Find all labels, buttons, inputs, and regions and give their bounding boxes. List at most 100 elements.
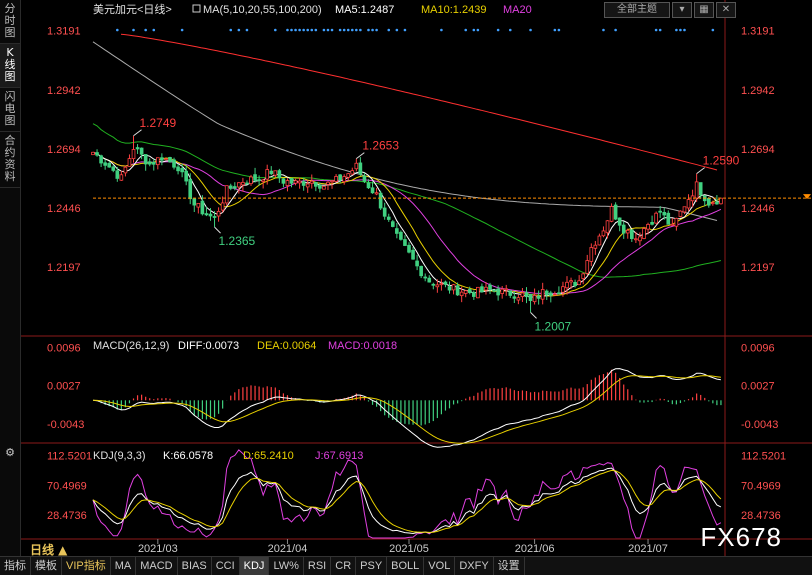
sidebar-tab-3[interactable]: 合约资料	[0, 132, 20, 188]
sidebar-tab-2[interactable]: 闪电图	[0, 88, 20, 132]
main-y-tick-right-1: 1.2942	[741, 85, 775, 97]
indicator-tab-5[interactable]: BIAS	[178, 557, 212, 575]
indicator-tab-8[interactable]: LW%	[269, 557, 304, 575]
candle-body-140	[658, 210, 662, 213]
candle-body-60	[334, 176, 338, 182]
candle-body-77	[403, 239, 407, 246]
macd-y-tick-right-0: 0.0096	[741, 342, 775, 354]
candle-body-85	[435, 284, 440, 288]
sidebar-tab-0[interactable]: 分时图	[0, 0, 20, 44]
candle-body-103	[508, 290, 513, 296]
signal-dot-75	[395, 28, 399, 32]
candle-body-46	[277, 170, 282, 179]
candle-body-135	[638, 236, 642, 242]
indicator-tab-13[interactable]: VOL	[424, 557, 456, 575]
kdj-d-line	[92, 469, 722, 533]
signal-dot-94	[472, 28, 476, 32]
signal-dot-6	[116, 28, 119, 32]
signal-dot-95	[476, 28, 480, 32]
candle-body-145	[678, 210, 683, 217]
kdj-legend-spec: KDJ(9,3,3)	[93, 450, 146, 462]
signal-dot-68	[367, 28, 370, 32]
close-icon[interactable]: ✕	[716, 2, 736, 18]
candle-body-68	[366, 182, 371, 189]
candle-body-37	[241, 181, 245, 186]
list-icon[interactable]: ▾	[672, 2, 692, 18]
candle-body-52	[301, 181, 306, 186]
candle-body-26	[196, 202, 201, 208]
candle-body-0	[91, 151, 95, 156]
settings-gear-icon[interactable]: ⚙	[0, 446, 20, 459]
macd-y-tick-right-1: 0.0027	[741, 380, 775, 392]
kdj-y-tick-right-2: 28.4736	[741, 510, 781, 522]
candle-body-141	[662, 211, 667, 216]
legend-ma20: MA20	[503, 4, 532, 16]
candle-body-84	[431, 283, 436, 286]
macd-dea-line	[92, 375, 721, 444]
candle-body-143	[670, 223, 675, 226]
candle-body-125	[597, 235, 602, 246]
signal-dot-153	[711, 28, 715, 32]
indicator-tab-14[interactable]: DXFY	[455, 557, 494, 575]
candle-body-50	[293, 180, 298, 184]
candle-body-92	[463, 290, 468, 294]
candle-body-81	[419, 265, 423, 277]
indicator-tab-7[interactable]: KDJ	[239, 557, 270, 575]
signal-dot-55	[314, 28, 318, 32]
signal-dot-15	[152, 28, 156, 32]
macd-y-tick-left-1: 0.0027	[47, 380, 81, 392]
indicator-tab-2[interactable]: VIP指标	[62, 557, 111, 575]
signal-dot-146	[683, 28, 686, 32]
indicator-tab-9[interactable]: RSI	[304, 557, 332, 575]
grid-icon[interactable]: ▦	[694, 2, 714, 18]
signal-dot-13	[144, 28, 147, 32]
candle-body-152	[706, 198, 711, 206]
signal-dot-10	[132, 28, 135, 32]
signal-dot-54	[310, 28, 314, 32]
main-y-tick-right-3: 1.2446	[741, 203, 775, 215]
annotation-leader-0	[133, 129, 142, 137]
signal-dot-69	[371, 28, 374, 32]
candle-body-127	[605, 220, 610, 234]
candle-body-28	[204, 213, 209, 216]
annotation-high-2: 1.2653	[362, 139, 399, 153]
sidebar-tab-1[interactable]: K线图	[0, 44, 20, 88]
indicator-tab-4[interactable]: MACD	[136, 557, 178, 575]
candle-body-74	[390, 221, 395, 227]
candle-body-51	[297, 180, 302, 184]
all-themes-button[interactable]: 全部主题	[604, 2, 670, 18]
candle-body-45	[273, 170, 278, 176]
candle-body-147	[686, 199, 691, 209]
indicator-tab-15[interactable]: 设置	[494, 557, 525, 575]
main-y-tick-left-1: 1.2942	[47, 85, 81, 97]
candle-body-48	[285, 180, 290, 186]
legend-ma10: MA10:1.2439	[421, 4, 486, 16]
indicator-tab-11[interactable]: PSY	[356, 557, 388, 575]
kdj-y-tick-left-0: 112.5201	[47, 451, 92, 463]
kdj-legend-j: J:67.6913	[315, 450, 363, 462]
candle-body-27	[200, 200, 205, 215]
indicator-tab-12[interactable]: BOLL	[387, 557, 425, 575]
candle-body-82	[423, 276, 428, 279]
candle-body-38	[245, 182, 249, 185]
main-y-tick-left-3: 1.2446	[47, 203, 81, 215]
signal-dot-57	[322, 28, 326, 32]
candle-body-17	[160, 157, 164, 161]
candle-body-20	[172, 159, 176, 168]
annotation-low-1: 1.2365	[219, 234, 256, 248]
indicator-tab-3[interactable]: MA	[111, 557, 137, 575]
macd-legend-diff: DIFF:0.0073	[178, 340, 239, 352]
candle-body-42	[261, 179, 265, 182]
indicator-tab-10[interactable]: CR	[331, 557, 357, 575]
candle-body-80	[415, 260, 419, 267]
signal-dot-115	[557, 28, 561, 32]
candle-body-104	[512, 296, 517, 299]
signal-dot-70	[375, 28, 378, 32]
indicator-tab-0[interactable]: 指标	[0, 557, 31, 575]
candle-body-137	[646, 224, 650, 230]
candle-body-73	[386, 216, 391, 220]
indicator-tab-6[interactable]: CCI	[212, 557, 240, 575]
indicator-tab-1[interactable]: 模板	[31, 557, 62, 575]
candle-body-59	[330, 180, 334, 183]
candle-body-70	[374, 192, 379, 195]
